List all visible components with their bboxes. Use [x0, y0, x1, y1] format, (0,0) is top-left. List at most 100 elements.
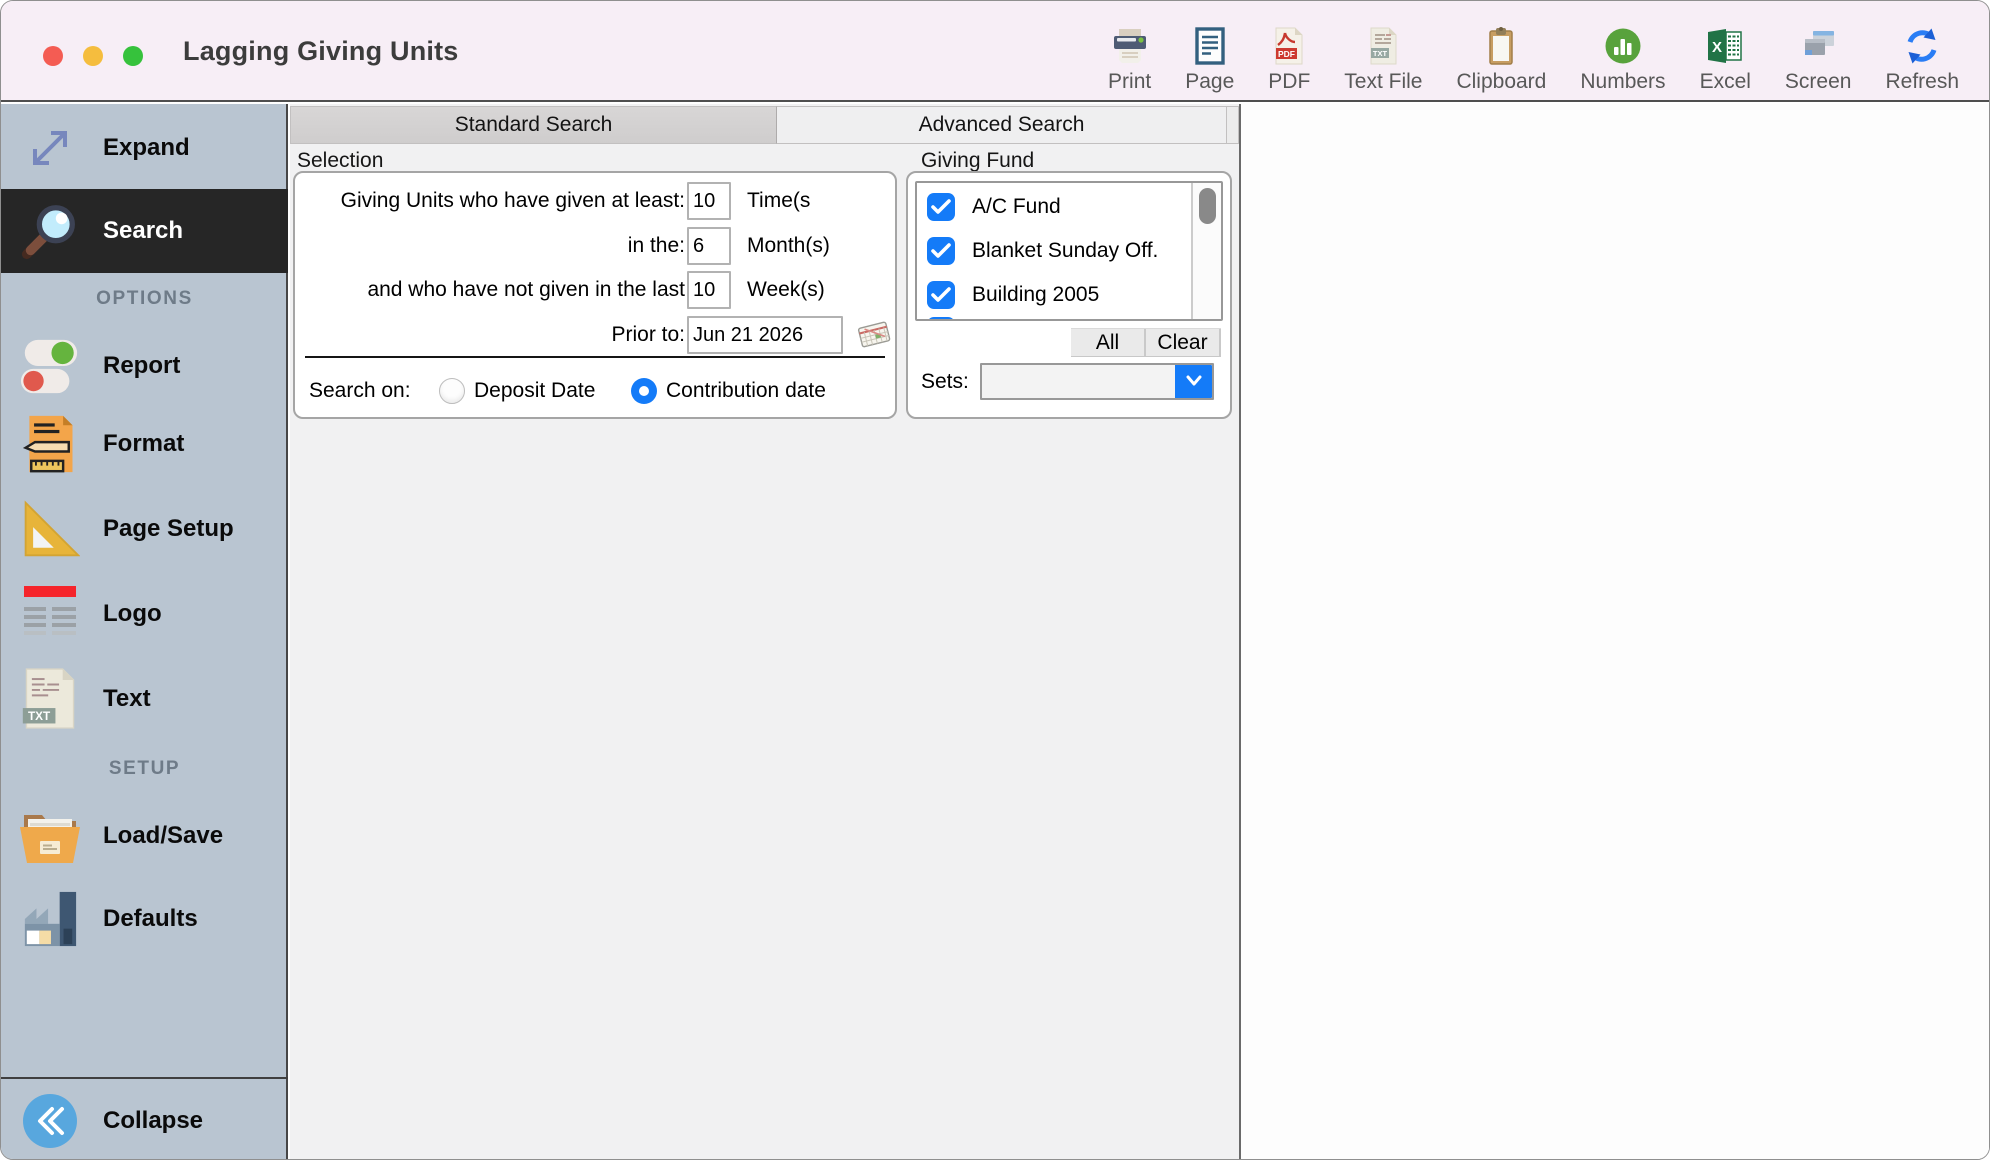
sets-dropdown-value [990, 365, 1172, 398]
toolbar-label: Refresh [1885, 71, 1959, 92]
times-input[interactable] [687, 182, 731, 220]
calendar-icon [856, 319, 892, 352]
weeks-unit-label: Week(s) [747, 278, 825, 302]
text-file-icon: TXT [1363, 24, 1403, 66]
fund-label: Building 2005 [972, 283, 1099, 307]
svg-text:TXT: TXT [1373, 49, 1388, 58]
months-row-label: in the: [295, 234, 685, 258]
close-window-button[interactable] [43, 46, 63, 66]
sidebar-item-label: Page Setup [103, 515, 234, 543]
sidebar-item-collapse[interactable]: Collapse [1, 1081, 288, 1160]
pdf-icon: PDF [1269, 24, 1309, 66]
radio-label: Deposit Date [474, 379, 595, 403]
toggles-icon [13, 335, 87, 397]
fund-list-item[interactable]: A/C Fund [917, 185, 1191, 229]
sidebar-item-label: Text [103, 685, 151, 713]
radio-circle[interactable] [439, 378, 465, 404]
sets-dropdown-button[interactable] [1175, 365, 1212, 398]
pdf-button[interactable]: PDF PDF [1268, 24, 1310, 92]
fund-label: A/C Fund [972, 195, 1061, 219]
set-square-icon [13, 499, 87, 559]
sidebar-item-load-save[interactable]: Load/Save [1, 796, 288, 876]
giving-fund-panel-title: Giving Fund [921, 149, 1034, 173]
sidebar-item-defaults[interactable]: Defaults [1, 879, 288, 959]
radio-label: Contribution date [666, 379, 826, 403]
expand-icon [13, 116, 87, 180]
tab-label: Standard Search [455, 113, 613, 137]
prior-to-date-input[interactable] [687, 316, 843, 354]
clear-button[interactable]: Clear [1146, 329, 1221, 356]
refresh-button[interactable]: Refresh [1885, 24, 1959, 92]
svg-text:X: X [1712, 39, 1722, 56]
fund-list-scrollbar[interactable] [1191, 183, 1221, 319]
sidebar-item-search[interactable]: Search [1, 189, 288, 273]
times-unit-label: Time(s [747, 189, 810, 213]
fund-checkbox[interactable] [927, 193, 955, 221]
zoom-window-button[interactable] [123, 46, 143, 66]
toolbar-label: Screen [1785, 71, 1852, 92]
calendar-picker-button[interactable] [855, 319, 893, 351]
sidebar-item-expand[interactable]: Expand [1, 106, 288, 190]
sidebar-item-text[interactable]: TXT Text [1, 659, 288, 739]
sidebar-item-label: Format [103, 430, 184, 458]
months-input[interactable] [687, 227, 731, 265]
toolbar-label: Print [1108, 71, 1151, 92]
sidebar-item-label: Expand [103, 134, 190, 162]
window-title: Lagging Giving Units [183, 1, 459, 102]
fund-label: Blanket Sunday Off. [972, 239, 1158, 263]
numbers-icon [1603, 24, 1643, 66]
fund-list-scrollbar-thumb[interactable] [1199, 188, 1216, 224]
sets-label: Sets: [921, 363, 969, 400]
all-button[interactable]: All [1071, 329, 1146, 356]
search-icon [13, 200, 87, 262]
toolbar-label: Text File [1344, 71, 1422, 92]
fund-select-buttons: All Clear [1071, 328, 1221, 357]
excel-button[interactable]: X Excel [1700, 24, 1751, 92]
tab-label: Advanced Search [919, 113, 1085, 137]
folder-icon [13, 807, 87, 865]
toolbar-label: Numbers [1580, 71, 1665, 92]
print-button[interactable]: Print [1108, 24, 1151, 92]
clipboard-button[interactable]: Clipboard [1456, 24, 1546, 92]
window-controls [43, 46, 143, 66]
toolbar-label: Clipboard [1456, 71, 1546, 92]
fund-checkbox[interactable] [927, 237, 955, 265]
radio-deposit-date[interactable]: Deposit Date [439, 369, 595, 413]
sets-dropdown[interactable] [980, 363, 1214, 400]
tab-bar-end-strip [1227, 106, 1239, 144]
excel-icon: X [1705, 24, 1745, 66]
sidebar-item-label: Logo [103, 600, 162, 628]
results-area [1241, 104, 1989, 1159]
page-button[interactable]: Page [1185, 24, 1234, 92]
radio-contribution-date[interactable]: Contribution date [631, 369, 826, 413]
sidebar-divider [1, 1077, 288, 1079]
sidebar-item-report[interactable]: Report [1, 326, 288, 406]
minimize-window-button[interactable] [83, 46, 103, 66]
tab-advanced-search[interactable]: Advanced Search [777, 106, 1227, 144]
fund-checkbox[interactable] [927, 281, 955, 309]
factory-icon [13, 890, 87, 948]
prior-to-label: Prior to: [295, 323, 685, 347]
numbers-button[interactable]: Numbers [1580, 24, 1665, 92]
fund-list-item[interactable]: Blanket Sunday Off. [917, 229, 1191, 273]
svg-text:PDF: PDF [1278, 49, 1295, 59]
screen-icon [1798, 24, 1838, 66]
fund-list-item[interactable]: Building 2005 [917, 273, 1191, 317]
main-area: Standard Search Advanced Search Selectio… [290, 104, 1989, 1159]
logo-placeholder-icon [13, 585, 87, 643]
sidebar-item-logo[interactable]: Logo [1, 574, 288, 654]
sidebar-item-format[interactable]: Format [1, 404, 288, 484]
titlebar: Lagging Giving Units Print Page PDF PDF [1, 1, 1989, 102]
collapse-icon [13, 1092, 87, 1150]
text-file-button[interactable]: TXT Text File [1344, 24, 1422, 92]
search-pane: Standard Search Advanced Search Selectio… [290, 104, 1239, 1159]
weeks-input[interactable] [687, 271, 731, 309]
tab-standard-search[interactable]: Standard Search [290, 106, 777, 144]
screen-button[interactable]: Screen [1785, 24, 1852, 92]
sidebar-item-page-setup[interactable]: Page Setup [1, 489, 288, 569]
search-on-label: Search on: [309, 369, 411, 413]
radio-circle[interactable] [631, 378, 657, 404]
sidebar-item-label: Search [103, 217, 183, 245]
toolbar: Print Page PDF PDF TXT Text File [1108, 1, 1959, 102]
toolbar-label: PDF [1268, 71, 1310, 92]
